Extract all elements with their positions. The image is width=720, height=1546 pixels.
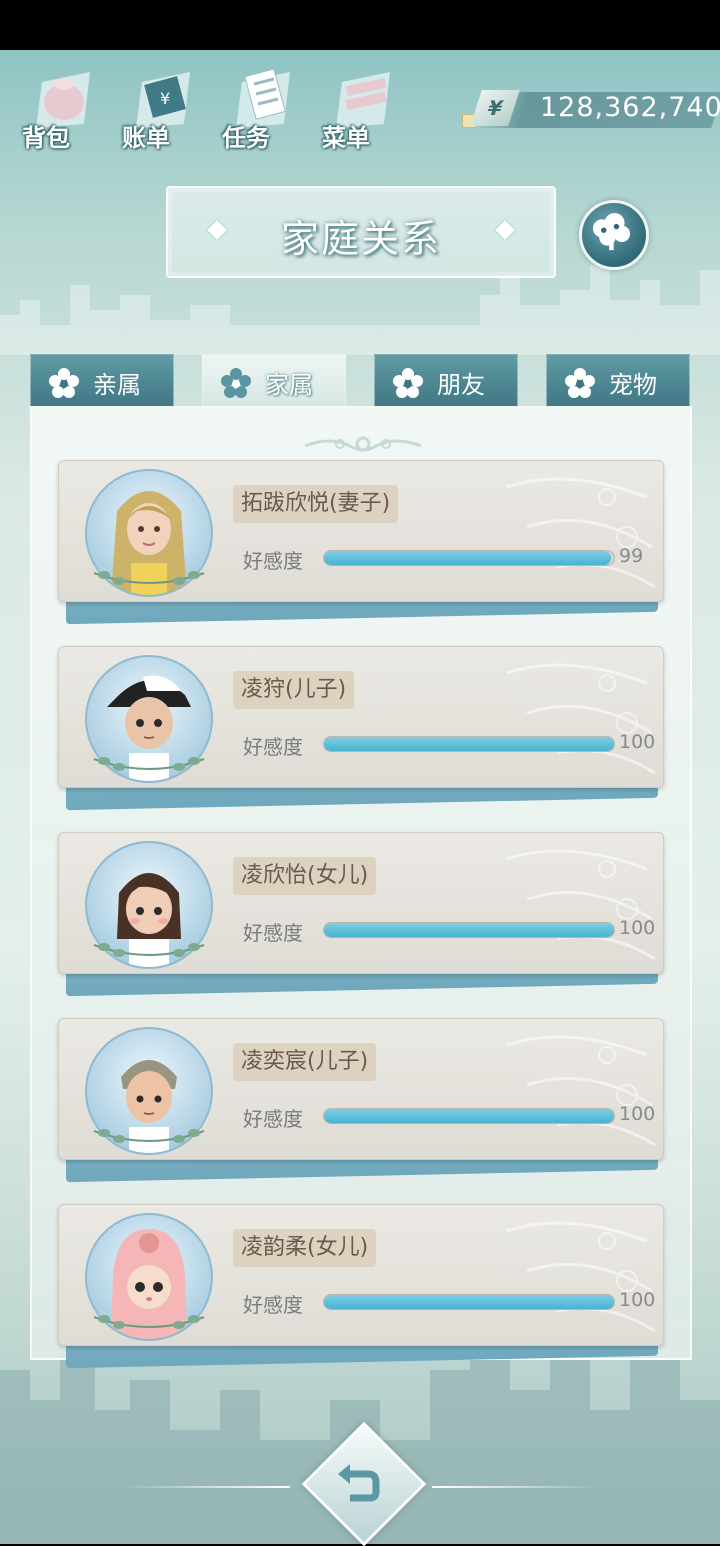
ornament-divider-icon	[304, 436, 422, 452]
member-name: 拓跋欣悦(妻子)	[233, 485, 399, 523]
floral-pattern-icon	[506, 849, 656, 961]
affection-label: 好感度	[243, 921, 303, 945]
card-body: 凌狩(儿子) 好感度 100	[58, 646, 664, 788]
top-nav: 背包 ¥ 账单 任务 菜单	[18, 58, 438, 158]
leaf-wreath-icon	[93, 943, 205, 957]
affection-bar	[323, 550, 615, 566]
member-name: 凌韵柔(女儿)	[233, 1229, 377, 1267]
card-body: 凌欣怡(女儿) 好感度 100	[58, 832, 664, 974]
tab-family-label: 家属	[265, 371, 313, 399]
floral-pattern-icon	[506, 663, 656, 775]
floral-pattern-icon	[506, 1035, 656, 1147]
member-name: 凌奕宸(儿子)	[233, 1043, 377, 1081]
leaf-wreath-icon	[93, 757, 205, 771]
tab-pets-label: 宠物	[609, 371, 657, 399]
svg-text:¥: ¥	[160, 89, 170, 108]
page-title: 家庭关系	[280, 217, 441, 261]
leaf-wreath-icon	[93, 571, 205, 585]
tab-friends-label: 朋友	[437, 371, 485, 399]
flower-icon	[49, 368, 79, 398]
money-value: 128,362,740	[540, 92, 720, 123]
menu-label: 菜单	[322, 124, 370, 152]
leaf-wreath-icon	[93, 1315, 205, 1329]
affection-label: 好感度	[243, 1107, 303, 1131]
affection-bar-fill	[324, 1295, 614, 1309]
bill-label: 账单	[122, 124, 170, 152]
affection-bar	[323, 736, 615, 752]
member-card[interactable]: 凌韵柔(女儿) 好感度 100	[58, 1204, 664, 1369]
member-card[interactable]: 凌狩(儿子) 好感度 100	[58, 646, 664, 811]
member-card[interactable]: 拓跋欣悦(妻子) 好感度 99	[58, 460, 664, 625]
money-display: ¥ 128,362,740	[462, 90, 720, 130]
back-decor-line-right	[432, 1486, 602, 1488]
member-name: 凌狩(儿子)	[233, 671, 355, 709]
bill-button[interactable]: ¥ 账单	[118, 58, 208, 158]
member-card[interactable]: 凌欣怡(女儿) 好感度 100	[58, 832, 664, 997]
affection-bar	[323, 1294, 615, 1310]
affection-label: 好感度	[243, 1293, 303, 1317]
task-button[interactable]: 任务	[218, 58, 308, 158]
affection-value: 100	[619, 917, 656, 939]
back-arrow-icon[interactable]	[332, 1452, 390, 1510]
affection-bar-fill	[324, 923, 614, 937]
affection-bar-fill	[324, 737, 614, 751]
tab-relatives-label: 亲属	[93, 371, 141, 399]
tab-friends[interactable]: 朋友	[374, 354, 518, 407]
affection-bar-fill	[324, 551, 612, 565]
backpack-button[interactable]: 背包	[18, 58, 108, 158]
affection-bar	[323, 1108, 615, 1124]
flower-icon	[221, 368, 251, 398]
floral-pattern-icon	[506, 1221, 656, 1333]
member-name: 凌欣怡(女儿)	[233, 857, 377, 895]
affection-bar-fill	[324, 1109, 614, 1123]
affection-label: 好感度	[243, 549, 303, 573]
tab-pets[interactable]: 宠物	[546, 354, 690, 407]
card-body: 拓跋欣悦(妻子) 好感度 99	[58, 460, 664, 602]
card-body: 凌韵柔(女儿) 好感度 100	[58, 1204, 664, 1346]
leaf-wreath-icon	[93, 1129, 205, 1143]
page-title-box: 家庭关系	[166, 186, 556, 278]
affection-value: 99	[619, 545, 644, 567]
backpack-label: 背包	[22, 124, 70, 152]
card-body: 凌奕宸(儿子) 好感度 100	[58, 1018, 664, 1160]
flower-icon	[565, 368, 595, 398]
affection-value: 100	[619, 731, 656, 753]
affection-value: 100	[619, 1289, 656, 1311]
member-card[interactable]: 凌奕宸(儿子) 好感度 100	[58, 1018, 664, 1183]
task-label: 任务	[222, 124, 270, 152]
affection-value: 100	[619, 1103, 656, 1125]
affection-bar	[323, 922, 615, 938]
tab-family[interactable]: 家属	[202, 354, 346, 411]
status-bar	[0, 0, 720, 50]
family-tree-icon	[592, 212, 631, 251]
flower-icon	[393, 368, 423, 398]
back-decor-line-left	[120, 1486, 290, 1488]
floral-pattern-icon	[506, 477, 656, 589]
tab-relatives[interactable]: 亲属	[30, 354, 174, 407]
menu-button[interactable]: 菜单	[318, 58, 408, 158]
affection-label: 好感度	[243, 735, 303, 759]
family-tree-button[interactable]	[579, 200, 649, 270]
